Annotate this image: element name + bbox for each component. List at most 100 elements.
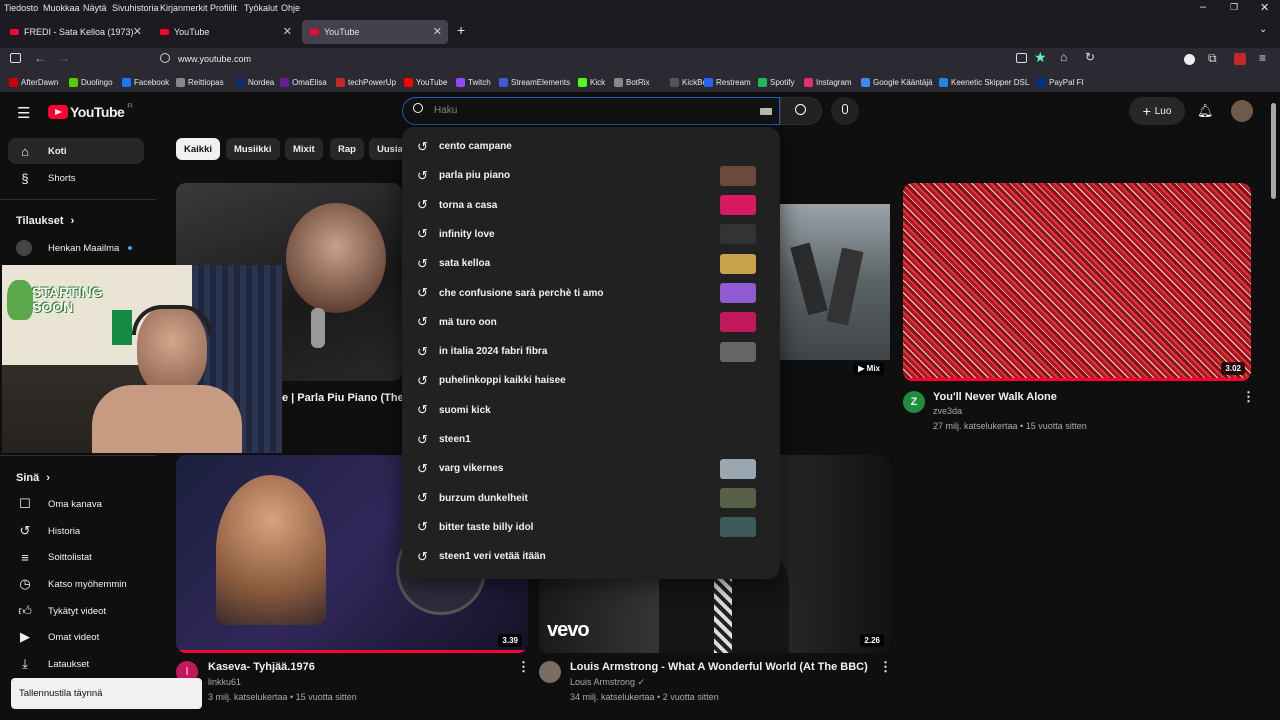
- account-icon[interactable]: [1184, 54, 1195, 65]
- url-bar[interactable]: www.youtube.com: [178, 54, 251, 64]
- sidebar-item-oma-kanava[interactable]: ☐ Oma kanava: [8, 491, 144, 517]
- app-menu-icon[interactable]: ≡: [1259, 51, 1266, 65]
- reload-icon[interactable]: ↻: [1085, 50, 1095, 64]
- search-suggestion-item[interactable]: ↺ cento campane: [402, 132, 780, 161]
- tab-youtube-active[interactable]: YouTube ✕: [302, 20, 448, 44]
- search-suggestion-item[interactable]: ↺ steen1: [402, 425, 780, 454]
- menu-sivuhistoria[interactable]: Sivuhistoria: [112, 3, 159, 13]
- close-window-icon[interactable]: ✕: [1260, 1, 1269, 14]
- channel-avatar[interactable]: Z: [903, 391, 925, 413]
- bookmark-item[interactable]: Keenetic Skipper DSL: [939, 78, 1029, 87]
- hamburger-menu-icon[interactable]: ☰: [17, 104, 30, 122]
- bookmark-item[interactable]: YouTube: [404, 78, 447, 87]
- chip-rap[interactable]: Rap: [330, 138, 364, 160]
- reader-view-icon[interactable]: [1016, 53, 1027, 63]
- bookmark-item[interactable]: Twitch: [456, 78, 491, 87]
- extensions-icon[interactable]: ⧉: [1208, 51, 1217, 66]
- bookmark-item[interactable]: Facebook: [122, 78, 169, 87]
- extension-badge-icon[interactable]: [1234, 53, 1246, 65]
- tab-youtube-1[interactable]: YouTube ✕: [152, 20, 298, 44]
- search-suggestion-item[interactable]: ↺ in italia 2024 fabri fibra: [402, 337, 780, 366]
- bookmark-item[interactable]: Nordea: [236, 78, 274, 87]
- sidebar-item-soittolistat[interactable]: ≡ Soittolistat: [8, 544, 144, 570]
- video-title[interactable]: e | Parla Piu Piano (The C: [282, 392, 415, 404]
- menu-profiilit[interactable]: Profiilit: [210, 3, 237, 13]
- menu-ohje[interactable]: Ohje: [281, 3, 300, 13]
- channel-avatar[interactable]: [539, 661, 561, 683]
- bookmark-item[interactable]: Instagram: [804, 78, 852, 87]
- search-box[interactable]: Haku: [402, 97, 780, 125]
- channel-name[interactable]: Louis Armstrong ✓: [570, 677, 645, 688]
- new-tab-icon[interactable]: +: [457, 22, 465, 38]
- more-actions-icon[interactable]: ⋮: [1242, 389, 1255, 405]
- channel-name[interactable]: zve3da: [933, 406, 962, 416]
- bookmark-item[interactable]: techPowerUp: [336, 78, 396, 87]
- search-suggestion-item[interactable]: ↺ puhelinkoppi kaikki haisee: [402, 366, 780, 395]
- bookmark-item[interactable]: Reittiopas: [176, 78, 224, 87]
- search-suggestion-item[interactable]: ↺ parla piu piano: [402, 161, 780, 190]
- site-info-icon[interactable]: [160, 53, 170, 63]
- bookmark-item[interactable]: PayPal FI: [1037, 78, 1084, 87]
- bookmark-item[interactable]: BotRix: [614, 78, 650, 87]
- sidebar-item-henkan-maailma[interactable]: Henkan Maailma: [8, 235, 144, 261]
- bookmark-star-icon[interactable]: ★: [1034, 49, 1047, 66]
- notifications-bell-icon[interactable]: 🔔︎: [1197, 103, 1214, 119]
- bookmark-item[interactable]: OmaElisa: [280, 78, 327, 87]
- chip-kaikki[interactable]: Kaikki: [176, 138, 220, 160]
- minimize-window-icon[interactable]: –: [1200, 1, 1206, 13]
- sidebar-item-historia[interactable]: ↺ Historia: [8, 518, 144, 544]
- voice-search-button[interactable]: [831, 97, 859, 125]
- search-suggestion-item[interactable]: ↺ torna a casa: [402, 191, 780, 220]
- menu-tyokalut[interactable]: Työkalut: [244, 3, 278, 13]
- sidebar-subscriptions-heading[interactable]: Tilaukset ›: [16, 215, 74, 227]
- more-actions-icon[interactable]: ⋮: [879, 659, 892, 675]
- search-input[interactable]: Haku: [434, 105, 457, 116]
- maximize-window-icon[interactable]: ❐: [1230, 2, 1238, 13]
- more-actions-icon[interactable]: ⋮: [517, 659, 530, 675]
- close-tab-icon[interactable]: ✕: [433, 25, 442, 38]
- menu-tiedosto[interactable]: Tiedosto: [4, 3, 38, 13]
- video-thumbnail-mix[interactable]: ▶ Mix: [779, 183, 890, 381]
- bookmark-item[interactable]: AfterDawn: [9, 78, 58, 87]
- channel-name[interactable]: linkku61: [208, 677, 241, 687]
- search-suggestion-item[interactable]: ↺ che confusione sarà perchè ti amo: [402, 279, 780, 308]
- search-suggestion-item[interactable]: ↺ bitter taste billy idol: [402, 513, 780, 542]
- menu-kirjanmerkit[interactable]: Kirjanmerkit: [160, 3, 208, 13]
- search-button[interactable]: [780, 97, 822, 125]
- youtube-logo[interactable]: YouTube FI: [48, 104, 133, 120]
- search-suggestion-item[interactable]: ↺ burzum dunkelheit: [402, 484, 780, 513]
- sidebar-item-tykatyt-videot[interactable]: 👍︎ Tykätyt videot: [8, 598, 144, 624]
- search-suggestion-item[interactable]: ↺ sata kelloa: [402, 249, 780, 278]
- video-title[interactable]: Kaseva- Tyhjää.1976: [208, 661, 315, 673]
- keyboard-icon[interactable]: [760, 108, 772, 115]
- home-icon[interactable]: ⌂: [1060, 50, 1067, 64]
- sidebar-item-omat-videot[interactable]: ▶ Omat videot: [8, 624, 144, 650]
- close-tab-icon[interactable]: ✕: [283, 25, 292, 38]
- sidebar-item-shorts[interactable]: § Shorts: [8, 165, 144, 191]
- user-avatar[interactable]: [1231, 100, 1253, 122]
- sidebar-item-home[interactable]: ⌂ Koti: [8, 138, 144, 164]
- menu-nayta[interactable]: Näytä: [83, 3, 107, 13]
- sidebar-toggle-icon[interactable]: [10, 53, 21, 63]
- search-suggestion-item[interactable]: ↺ varg vikernes: [402, 454, 780, 483]
- create-button[interactable]: + Luo: [1129, 97, 1185, 125]
- sidebar-item-lataukset[interactable]: ⤓ Lataukset: [8, 651, 144, 677]
- bookmark-item[interactable]: Duolingo: [69, 78, 113, 87]
- bookmark-item[interactable]: Spotify: [758, 78, 794, 87]
- tab-list-chevron-icon[interactable]: ⌄: [1259, 24, 1267, 35]
- chip-musiikki[interactable]: Musiikki: [226, 138, 280, 160]
- sidebar-item-katso-myohemmin[interactable]: ◷ Katso myöhemmin: [8, 571, 144, 597]
- search-suggestion-item[interactable]: ↺ infinity love: [402, 220, 780, 249]
- forward-icon[interactable]: →: [58, 51, 70, 65]
- tab-fredi[interactable]: FREDI - Sata Kelloa (1973) - You ✕: [2, 20, 148, 44]
- search-suggestion-item[interactable]: ↺ suomi kick: [402, 396, 780, 425]
- back-icon[interactable]: ←: [34, 51, 46, 65]
- video-title[interactable]: Louis Armstrong - What A Wonderful World…: [570, 661, 868, 673]
- bookmark-item[interactable]: StreamElements: [499, 78, 570, 87]
- menu-muokkaa[interactable]: Muokkaa: [43, 3, 80, 13]
- video-thumbnail-ynwa[interactable]: 3.02: [903, 183, 1251, 381]
- video-title[interactable]: You'll Never Walk Alone: [933, 391, 1057, 403]
- bookmark-item[interactable]: Google Kääntäjä: [861, 78, 933, 87]
- bookmark-item[interactable]: Restream: [704, 78, 751, 87]
- search-suggestion-item[interactable]: ↺ steen1 veri vetää itään: [402, 542, 780, 571]
